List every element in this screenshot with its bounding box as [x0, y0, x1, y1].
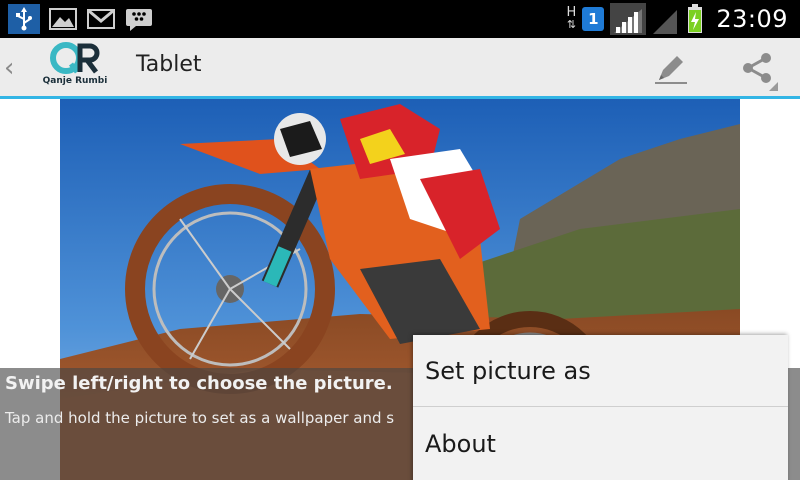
- page-title: Tablet: [136, 52, 202, 77]
- instruction-title: Swipe left/right to choose the picture.: [5, 373, 393, 394]
- signal-strength-icon: [610, 3, 647, 35]
- edit-button[interactable]: [648, 46, 694, 90]
- wifi-signal-icon: [652, 3, 680, 35]
- gmail-icon: [86, 6, 116, 32]
- overflow-menu: Set picture as About: [413, 335, 788, 480]
- gallery-icon: [48, 6, 78, 32]
- system-icons: H ⇅ 1 23:09: [567, 3, 788, 35]
- notification-icons: [8, 4, 154, 34]
- share-icon: [743, 53, 771, 83]
- bbm-icon: [124, 6, 154, 32]
- app-logo[interactable]: Qanje Rumbi: [40, 42, 110, 94]
- edit-icon: [655, 56, 687, 84]
- app-screen: H ⇅ 1 23:09 ‹ Qanje Rumbi Tablet Swipe l…: [0, 0, 800, 480]
- menu-item-about[interactable]: About: [413, 408, 788, 480]
- clock: 23:09: [716, 5, 788, 33]
- network-type-indicator: H ⇅: [566, 5, 577, 31]
- action-bar: ‹ Qanje Rumbi Tablet: [0, 38, 800, 99]
- sim-slot-badge: 1: [582, 7, 605, 31]
- usb-icon: [8, 4, 40, 34]
- status-bar: H ⇅ 1 23:09: [0, 0, 800, 38]
- instruction-body: Tap and hold the picture to set as a wal…: [5, 409, 395, 427]
- logo-name: Qanje Rumbi: [42, 76, 108, 86]
- up-navigation-caret[interactable]: ‹: [4, 53, 14, 83]
- share-dropdown-indicator: [769, 82, 778, 91]
- menu-item-set-picture-as[interactable]: Set picture as: [413, 335, 788, 407]
- battery-charging-icon: [686, 3, 704, 35]
